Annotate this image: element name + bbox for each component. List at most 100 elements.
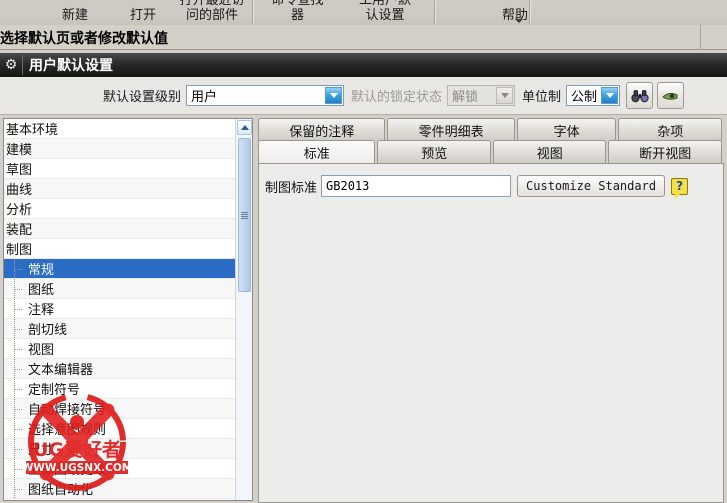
ribbon-group-new-label: 新建 bbox=[61, 8, 88, 23]
tree-item-view[interactable]: 视图 bbox=[4, 339, 235, 359]
ribbon-group-user-defaults: 工用户默 认设置 bbox=[335, 0, 435, 25]
units-value: 公制 bbox=[571, 90, 598, 105]
tree-item-label: 装配 bbox=[6, 223, 33, 238]
find-button[interactable] bbox=[626, 82, 654, 109]
tab-view[interactable]: 视图 bbox=[492, 140, 607, 163]
defaults-level-combo[interactable]: 用户 bbox=[186, 85, 345, 106]
tree-item-label: 曲线 bbox=[6, 183, 33, 198]
grip-icon bbox=[241, 211, 248, 219]
drafting-standard-label: 制图标准 bbox=[265, 180, 318, 196]
settings-tree-panel[interactable]: 基本环境 建模 草图 曲线 分析 装配 制图 常规 图纸 注释 剖切线 视图 文… bbox=[3, 118, 253, 501]
tree-item-basic-environment[interactable]: 基本环境 bbox=[4, 119, 235, 139]
tree-item-analysis[interactable]: 分析 bbox=[4, 199, 235, 219]
tree-item-auto-weld-symbol[interactable]: 自动焊接符号 bbox=[4, 399, 235, 419]
tab-label: 视图 bbox=[536, 146, 563, 162]
tree-item-annotation[interactable]: 注释 bbox=[4, 299, 235, 319]
ribbon-separator-1 bbox=[252, 0, 254, 24]
tab-retained-annotations[interactable]: 保留的注释 bbox=[258, 118, 386, 141]
tree-item-sheet[interactable]: 图纸 bbox=[4, 279, 235, 299]
chevron-down-icon[interactable] bbox=[325, 87, 343, 104]
tree-item-text-editor[interactable]: 文本编辑器 bbox=[4, 359, 235, 379]
view-icon bbox=[661, 92, 678, 100]
tree-item-coordinate-sheet-change[interactable]: 坐标图纸更改 bbox=[4, 459, 235, 479]
tree-item-label: 制图 bbox=[6, 243, 33, 258]
settings-content-panel: 保留的注释 零件明细表 字体 杂项 标准 预览 视图 断开视图 制图标准 GB2… bbox=[258, 118, 724, 503]
tab-label: 断开视图 bbox=[639, 146, 692, 162]
tree-item-curve[interactable]: 曲线 bbox=[4, 179, 235, 199]
ribbon-group-command-finder: 命令查找 器 bbox=[255, 0, 340, 25]
units-combo[interactable]: 公制 bbox=[566, 85, 621, 106]
ribbon-separator-2 bbox=[434, 0, 436, 24]
tree-item-sketch[interactable]: 草图 bbox=[4, 159, 235, 179]
tree-item-label: 图纸 bbox=[28, 283, 55, 298]
tree-item-label: 自动焊接符号 bbox=[28, 403, 107, 418]
tree-item-label: 图纸自动化 bbox=[28, 483, 94, 498]
help-question-icon[interactable]: ? bbox=[671, 177, 689, 199]
tree-item-assembly[interactable]: 装配 bbox=[4, 219, 235, 239]
tab-row-secondary: 保留的注释 零件明细表 字体 杂项 bbox=[258, 118, 724, 141]
dialog-title-bar: ⚙ 用户默认设置 bbox=[0, 53, 727, 77]
tree-item-label: 基本环境 bbox=[6, 123, 59, 138]
drafting-standard-value: GB2013 bbox=[326, 179, 370, 193]
tab-standard[interactable]: 标准 bbox=[258, 140, 376, 163]
dialog-title-text: 用户默认设置 bbox=[29, 58, 113, 74]
tree-item-select-intent-rule[interactable]: 选择意图规则 bbox=[4, 419, 235, 439]
prompt-divider bbox=[700, 25, 701, 50]
ribbon-group-user-defaults-label: 工用户默 认设置 bbox=[358, 0, 411, 23]
units-label: 单位制 bbox=[522, 90, 562, 105]
tab-broken-view[interactable]: 断开视图 bbox=[608, 140, 722, 163]
tree-item-label: 建模 bbox=[6, 143, 33, 158]
tree-item-label: 定制符号 bbox=[28, 383, 81, 398]
ribbon-group-recent-parts: 打开最近访 问的部件 bbox=[152, 0, 272, 25]
tree-item-modeling[interactable]: 建模 bbox=[4, 139, 235, 159]
prompt-message: 选择默认页或者修改默认值 bbox=[0, 31, 168, 47]
tree-item-label: 分析 bbox=[6, 203, 33, 218]
tab-label: 零件明细表 bbox=[418, 124, 484, 140]
tree-item-custom-symbol[interactable]: 定制符号 bbox=[4, 379, 235, 399]
tree-scrollbar[interactable] bbox=[235, 119, 252, 500]
tree-item-label: 选择意图规则 bbox=[28, 423, 107, 438]
caret-down-icon[interactable] bbox=[515, 19, 523, 23]
tab-font[interactable]: 字体 bbox=[516, 118, 617, 141]
tree-item-dimension[interactable]: 尺寸 bbox=[4, 439, 235, 459]
chevron-down-icon[interactable] bbox=[601, 87, 619, 104]
tree-item-general[interactable]: 常规 bbox=[4, 259, 235, 279]
tab-parts-list[interactable]: 零件明细表 bbox=[387, 118, 515, 141]
tree-item-label: 注释 bbox=[28, 303, 55, 318]
tab-row-primary: 标准 预览 视图 断开视图 bbox=[258, 140, 724, 163]
customize-standard-label: Customize Standard bbox=[526, 179, 657, 193]
tree-item-drafting[interactable]: 制图 bbox=[4, 239, 235, 259]
gear-icon: ⚙ bbox=[4, 57, 18, 73]
tree-item-label: 常规 bbox=[26, 259, 57, 278]
tab-label: 杂项 bbox=[657, 124, 684, 140]
tree-item-section-line[interactable]: 剖切线 bbox=[4, 319, 235, 339]
tab-misc[interactable]: 杂项 bbox=[618, 118, 722, 141]
secondary-view-button[interactable] bbox=[657, 82, 685, 109]
ribbon-group-command-finder-label: 命令查找 器 bbox=[271, 0, 324, 23]
ribbon-group-recent-parts-label: 打开最近访 问的部件 bbox=[179, 0, 245, 23]
customize-standard-button[interactable]: Customize Standard bbox=[517, 175, 666, 197]
tree-item-label: 文本编辑器 bbox=[28, 363, 94, 378]
lock-state-combo: 解锁 bbox=[447, 85, 516, 106]
drafting-standard-combo[interactable]: GB2013 bbox=[321, 175, 512, 197]
lock-state-value: 解锁 bbox=[452, 90, 479, 105]
help-glyph: ? bbox=[676, 179, 684, 193]
chevron-down-icon-disabled bbox=[496, 87, 514, 104]
tab-preview[interactable]: 预览 bbox=[377, 140, 491, 163]
tree-item-sheet-automation[interactable]: 图纸自动化 bbox=[4, 479, 235, 499]
tree-item-label: 剖切线 bbox=[28, 323, 68, 338]
binoculars-icon bbox=[630, 89, 649, 102]
tab-label: 字体 bbox=[553, 124, 580, 140]
tab-label: 标准 bbox=[303, 146, 330, 162]
tree-item-label: 尺寸 bbox=[28, 443, 55, 458]
defaults-level-value: 用户 bbox=[191, 90, 218, 105]
standard-tab-content: 制图标准 GB2013 Customize Standard ? bbox=[258, 163, 724, 503]
tab-label: 保留的注释 bbox=[289, 124, 355, 140]
tree-item-label: 坐标图纸更改 bbox=[28, 463, 107, 478]
settings-tree-list[interactable]: 基本环境 建模 草图 曲线 分析 装配 制图 常规 图纸 注释 剖切线 视图 文… bbox=[4, 119, 235, 500]
title-separator bbox=[22, 55, 23, 75]
chevron-up-icon[interactable] bbox=[237, 120, 252, 135]
defaults-level-label: 默认设置级别 bbox=[103, 90, 182, 105]
scrollbar-thumb[interactable] bbox=[238, 138, 251, 292]
ribbon-separator-3 bbox=[529, 0, 531, 24]
